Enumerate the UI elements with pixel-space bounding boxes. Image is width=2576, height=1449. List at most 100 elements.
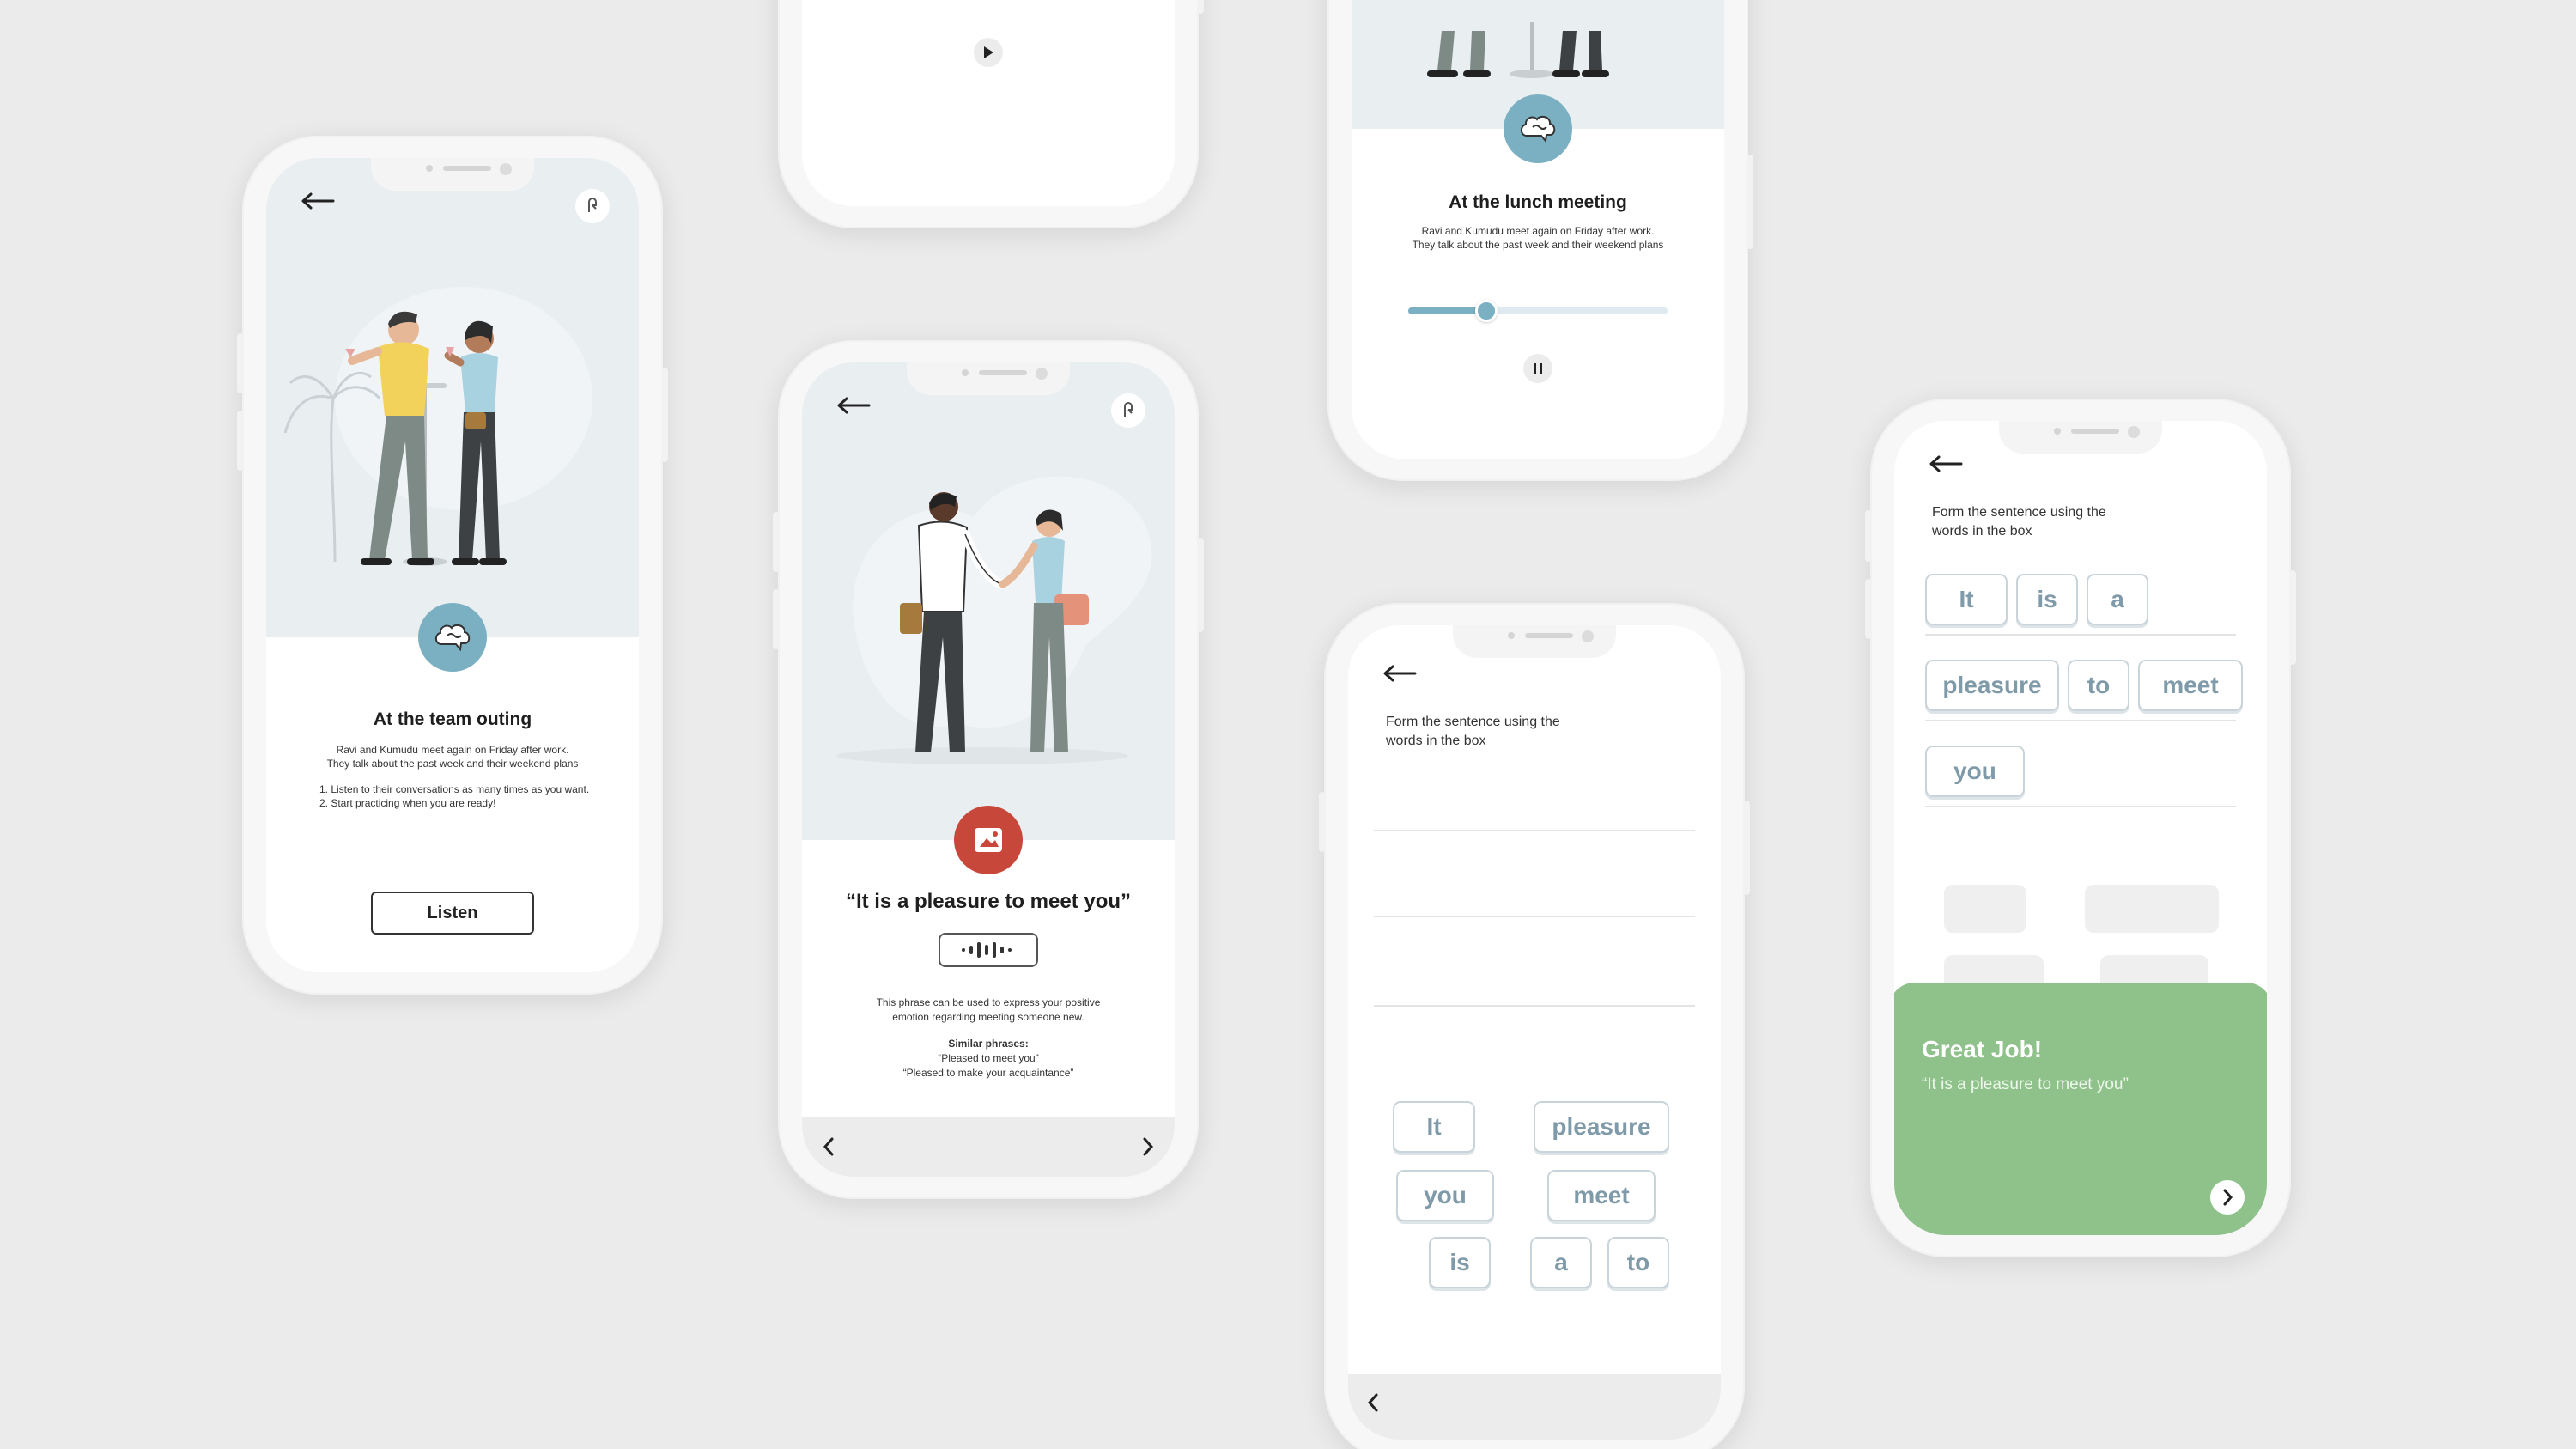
- answer-chip[interactable]: is: [2016, 574, 2078, 625]
- answer-chip[interactable]: pleasure: [1925, 660, 2059, 711]
- play-icon: [984, 46, 993, 58]
- brain-badge: [418, 603, 487, 672]
- success-title: Great Job!: [1922, 1036, 2043, 1062]
- audio-progress-track[interactable]: [1408, 300, 1668, 322]
- answer-line-2: [1374, 916, 1695, 917]
- couple-illustration: [283, 287, 592, 566]
- previous-button[interactable]: [816, 1134, 841, 1160]
- pause-button[interactable]: [1523, 354, 1552, 383]
- back-button[interactable]: [835, 395, 872, 416]
- illustration-panel: [266, 158, 639, 637]
- memo-button[interactable]: [1111, 393, 1145, 428]
- empty-word-slot: [2085, 885, 2219, 933]
- answer-chip[interactable]: It: [1925, 574, 2008, 625]
- phone-form-sentence: Form the sentence using the words in the…: [1319, 603, 1750, 1449]
- phrase-badge: [954, 806, 1023, 874]
- instruction-step-2: 2. Start practicing when you are ready!: [319, 797, 496, 809]
- notch: [1453, 625, 1616, 658]
- side-button: [1743, 801, 1750, 895]
- word-chip[interactable]: is: [1429, 1237, 1491, 1288]
- side-button: [2289, 570, 2296, 665]
- scenario-desc-line2: They talk about the past week and their …: [1412, 239, 1664, 251]
- scenario-title: At the team outing: [373, 709, 532, 729]
- brain-icon: [434, 624, 471, 652]
- instruction-step-1: 1. Listen to their conversations as many…: [319, 783, 590, 795]
- word-chip[interactable]: pleasure: [1534, 1101, 1669, 1153]
- bottom-nav: [1348, 1374, 1721, 1440]
- scenario-desc-line2: They talk about the past week and their …: [326, 758, 579, 770]
- phrase-desc-line1: This phrase can be used to express your …: [876, 996, 1101, 1008]
- word-chip[interactable]: It: [1393, 1101, 1475, 1153]
- phone-audio-player: [778, 0, 1204, 228]
- side-button: [661, 368, 668, 462]
- screen: At the lunch meeting Ravi and Kumudu mee…: [1352, 0, 1724, 459]
- instruction-line-2: words in the box: [1386, 734, 1486, 748]
- answer-line-1: [1925, 634, 2236, 636]
- answer-chip[interactable]: meet: [2138, 660, 2243, 711]
- illustration-panel: [802, 362, 1175, 840]
- notch: [371, 158, 534, 191]
- answer-line-2: [1925, 720, 2236, 721]
- previous-button[interactable]: [1360, 1390, 1386, 1416]
- side-button: [1197, 0, 1204, 14]
- phone-sentence-complete: Form the sentence using the words in the…: [1865, 399, 2296, 1257]
- phone-team-outing: At the team outing Ravi and Kumudu meet …: [237, 136, 668, 995]
- back-button[interactable]: [1927, 454, 1965, 474]
- word-chip[interactable]: to: [1607, 1237, 1669, 1288]
- side-button: [1319, 792, 1326, 852]
- side-button: [1865, 510, 1872, 562]
- answer-line-3: [1925, 806, 2236, 807]
- side-button: [1197, 538, 1204, 632]
- continue-button[interactable]: [2210, 1180, 2245, 1215]
- word-chip[interactable]: a: [1530, 1237, 1592, 1288]
- word-chip[interactable]: you: [1396, 1170, 1494, 1221]
- notch: [907, 362, 1070, 395]
- side-button: [1747, 155, 1753, 249]
- phrase-desc-line2: emotion regarding meeting someone new.: [892, 1011, 1084, 1023]
- notch: [1999, 421, 2162, 454]
- word-chip[interactable]: meet: [1547, 1170, 1656, 1221]
- screen: [802, 0, 1175, 206]
- screen: Form the sentence using the words in the…: [1894, 421, 2267, 1235]
- answer-line-1: [1374, 830, 1695, 831]
- audio-scrubber-handle[interactable]: [1474, 300, 1498, 322]
- bottom-nav: [802, 1117, 1175, 1177]
- back-arrow-icon: [1929, 455, 1963, 472]
- next-button[interactable]: [1135, 1134, 1161, 1160]
- side-button: [773, 512, 780, 572]
- listen-button[interactable]: Listen: [371, 892, 534, 935]
- audio-wave-button[interactable]: [939, 933, 1038, 967]
- brain-badge: [1504, 94, 1572, 163]
- empty-word-slot: [1944, 885, 2026, 933]
- side-button: [773, 589, 780, 649]
- success-quote: “It is a pleasure to meet you”: [1922, 1075, 2129, 1093]
- chevron-right-icon: [1143, 1137, 1154, 1156]
- back-arrow-icon: [301, 192, 335, 210]
- instruction-line-1: Form the sentence using the: [1932, 505, 2106, 520]
- side-button: [1865, 579, 1872, 639]
- screen: Form the sentence using the words in the…: [1348, 625, 1721, 1440]
- instruction-line-2: words in the box: [1932, 524, 2032, 539]
- back-arrow-icon: [1383, 665, 1417, 682]
- scenario-title: At the lunch meeting: [1449, 192, 1627, 212]
- phone-phrase-detail: “It is a pleasure to meet you” This phra…: [773, 340, 1204, 1199]
- pause-icon: [1534, 363, 1542, 374]
- answer-chip[interactable]: you: [1925, 746, 2025, 797]
- phrase-title: “It is a pleasure to meet you”: [845, 890, 1132, 913]
- answer-chip[interactable]: a: [2087, 574, 2148, 625]
- back-button[interactable]: [1381, 663, 1419, 684]
- success-panel: Great Job! “It is a pleasure to meet you…: [1894, 983, 2267, 1235]
- similar-phrases-label: Similar phrases:: [948, 1038, 1029, 1050]
- memo-button[interactable]: [575, 189, 610, 223]
- scenario-desc-line1: Ravi and Kumudu meet again on Friday aft…: [1421, 225, 1655, 237]
- answer-chip[interactable]: to: [2068, 660, 2129, 711]
- chevron-left-icon: [823, 1137, 834, 1156]
- scenario-desc-line1: Ravi and Kumudu meet again on Friday aft…: [336, 744, 569, 756]
- similar-phrase-2: “Pleased to make your acquaintance”: [902, 1067, 1074, 1079]
- chevron-left-icon: [1367, 1393, 1378, 1412]
- play-button[interactable]: [974, 38, 1003, 67]
- back-button[interactable]: [299, 191, 337, 211]
- similar-phrase-1: “Pleased to meet you”: [938, 1052, 1039, 1064]
- back-arrow-icon: [837, 397, 871, 414]
- screen: “It is a pleasure to meet you” This phra…: [802, 362, 1175, 1177]
